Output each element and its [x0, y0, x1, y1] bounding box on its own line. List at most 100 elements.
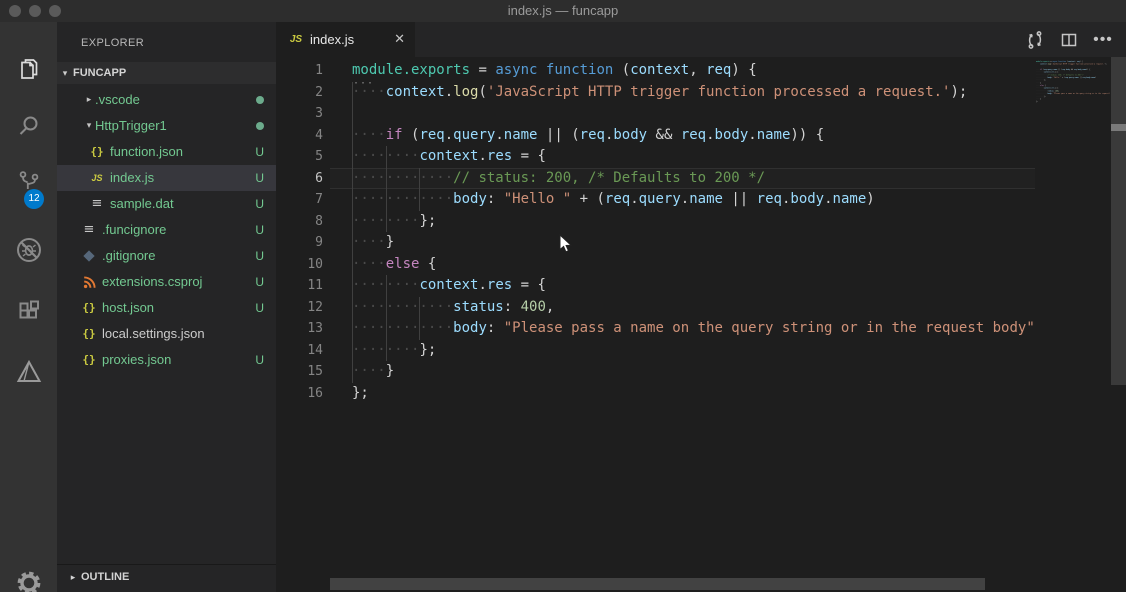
- code-line-2[interactable]: ····context.log('JavaScript HTTP trigger…: [352, 81, 1035, 103]
- overview-ruler-cursor-marker: [1111, 124, 1126, 131]
- tree-item-HttpTrigger1[interactable]: ▾ HttpTrigger1: [57, 113, 276, 139]
- file-name: local.settings.json: [102, 326, 205, 341]
- line-number-2[interactable]: 2: [276, 82, 323, 104]
- line-number-14[interactable]: 14: [276, 340, 323, 362]
- line-number-3[interactable]: 3: [276, 103, 323, 125]
- file-name: sample.dat: [110, 196, 174, 211]
- rss-file-icon: [81, 274, 97, 290]
- code-line-7[interactable]: ············body: "Hello " + (req.query.…: [352, 189, 1035, 211]
- json-file-icon: {}: [82, 353, 96, 366]
- editor-actions: •••: [1018, 22, 1120, 57]
- horizontal-scrollbar[interactable]: [276, 578, 1110, 590]
- tree-item-.vscode[interactable]: ▸ .vscode: [57, 87, 276, 113]
- line-number-8[interactable]: 8: [276, 211, 323, 233]
- vertical-scrollbar[interactable]: [1110, 57, 1126, 592]
- file-name: HttpTrigger1: [95, 118, 167, 133]
- close-tab-icon[interactable]: ✕: [394, 32, 405, 47]
- file-name: proxies.json: [102, 352, 172, 367]
- tree-item-host.json[interactable]: {} host.json U: [57, 295, 276, 321]
- line-number-7[interactable]: 7: [276, 189, 323, 211]
- section-header-funcapp[interactable]: ▾ FUNCAPP: [57, 62, 276, 84]
- code-line-15[interactable]: ····}: [352, 361, 1035, 383]
- vscode-window: index.js — funcapp 12 EXPLORER ▾ FUNCAPP…: [0, 0, 1126, 592]
- chevron-right-icon: ▸: [70, 573, 76, 583]
- tree-item-proxies.json[interactable]: {} proxies.json U: [57, 347, 276, 373]
- code-line-1[interactable]: module.exports = async function (context…: [352, 60, 1035, 89]
- code-line-3[interactable]: [352, 103, 1035, 125]
- list-file-icon: ≡: [91, 196, 103, 211]
- git-untracked-badge: U: [255, 197, 264, 211]
- code-line-13[interactable]: ············body: "Please pass a name on…: [352, 318, 1035, 340]
- line-number-9[interactable]: 9: [276, 232, 323, 254]
- tree-item-function.json[interactable]: {} function.json U: [57, 139, 276, 165]
- git-modified-dot-badge: [256, 96, 264, 104]
- git-untracked-badge: U: [255, 249, 264, 263]
- git-file-icon: [81, 248, 97, 264]
- code-line-4[interactable]: ····if (req.query.name || (req.body && r…: [352, 124, 1035, 146]
- code-area: module.exports = async function (context…: [352, 60, 1035, 404]
- line-number-5[interactable]: 5: [276, 146, 323, 168]
- tree-item-extensions.csproj[interactable]: extensions.csproj U: [57, 269, 276, 295]
- tab-label: index.js: [310, 32, 355, 47]
- minimap[interactable]: module.exports = async function (context…: [1035, 57, 1110, 592]
- git-untracked-badge: U: [255, 171, 264, 185]
- horizontal-scrollbar-thumb[interactable]: [330, 578, 985, 590]
- vertical-scrollbar-thumb[interactable]: [1111, 57, 1126, 385]
- settings-gear-icon[interactable]: [0, 561, 57, 592]
- tree-item-local.settings.json[interactable]: {} local.settings.json: [57, 321, 276, 347]
- line-number-gutter: 1 2 3 4 5 6 7 8 9 10 11 12 13 14 15 16: [276, 60, 323, 404]
- azure-icon[interactable]: [0, 350, 57, 394]
- git-untracked-badge: U: [255, 301, 264, 315]
- editor-group: JS index.js ✕ ••• 1 2 3 4 5 6 7 8 9 10 1…: [276, 22, 1126, 592]
- line-number-10[interactable]: 10: [276, 254, 323, 276]
- code-line-10[interactable]: ····else {: [352, 253, 1035, 275]
- git-untracked-badge: U: [255, 275, 264, 289]
- git-untracked-badge: U: [255, 145, 264, 159]
- code-line-9[interactable]: ····}: [352, 232, 1035, 254]
- list-file-icon: ≡: [83, 222, 95, 237]
- tree-item-.gitignore[interactable]: .gitignore U: [57, 243, 276, 269]
- split-editor-icon[interactable]: [1052, 22, 1086, 57]
- file-name: host.json: [102, 300, 155, 315]
- sync-icon[interactable]: [1018, 22, 1052, 57]
- tree-item-sample.dat[interactable]: ≡ sample.dat U: [57, 191, 276, 217]
- tab-index-js[interactable]: JS index.js ✕: [276, 22, 415, 57]
- line-number-16[interactable]: 16: [276, 383, 323, 405]
- code-line-14[interactable]: ········};: [352, 339, 1035, 361]
- code-editor[interactable]: 1 2 3 4 5 6 7 8 9 10 11 12 13 14 15 16 module.exports =…: [276, 57, 1126, 592]
- line-number-4[interactable]: 4: [276, 125, 323, 147]
- extensions-icon[interactable]: [0, 290, 57, 334]
- file-name: .vscode: [95, 92, 140, 107]
- file-name: index.js: [110, 170, 155, 185]
- section-header-outline[interactable]: ▸ OUTLINE: [57, 564, 276, 589]
- sidebar-title: EXPLORER: [81, 37, 145, 49]
- code-line-12[interactable]: ············status: 400,: [352, 296, 1035, 318]
- chevron-down-icon: ▾: [86, 121, 92, 131]
- mouse-cursor: [559, 233, 573, 259]
- file-name: .gitignore: [102, 248, 156, 263]
- line-number-1[interactable]: 1: [276, 60, 323, 82]
- tree-item-index.js[interactable]: JS index.js U: [57, 165, 276, 191]
- code-line-5[interactable]: ········context.res = {: [352, 146, 1035, 168]
- line-number-12[interactable]: 12: [276, 297, 323, 319]
- git-untracked-badge: U: [255, 353, 264, 367]
- code-line-6[interactable]: ············// status: 200, /* Defaults …: [352, 167, 1035, 189]
- debug-icon[interactable]: [0, 228, 57, 272]
- more-actions-icon[interactable]: •••: [1086, 22, 1120, 57]
- chevron-right-icon: ▸: [86, 95, 92, 105]
- chevron-down-icon: ▾: [62, 69, 68, 79]
- tab-bar: JS index.js ✕ •••: [276, 22, 1126, 57]
- line-number-6[interactable]: 6: [276, 168, 323, 190]
- line-number-15[interactable]: 15: [276, 361, 323, 383]
- file-tree: ▸ .vscode ▾ HttpTrigger1{} function.json U JS i…: [57, 87, 276, 373]
- code-line-16[interactable]: };: [352, 383, 1035, 405]
- line-number-11[interactable]: 11: [276, 275, 323, 297]
- line-number-13[interactable]: 13: [276, 318, 323, 340]
- file-name: .funcignore: [102, 222, 167, 237]
- explorer-icon[interactable]: [0, 48, 57, 92]
- code-line-11[interactable]: ········context.res = {: [352, 275, 1035, 297]
- code-line-8[interactable]: ········};: [352, 210, 1035, 232]
- search-icon[interactable]: [0, 104, 57, 148]
- tree-item-.funcignore[interactable]: ≡ .funcignore U: [57, 217, 276, 243]
- json-file-icon: {}: [90, 145, 104, 158]
